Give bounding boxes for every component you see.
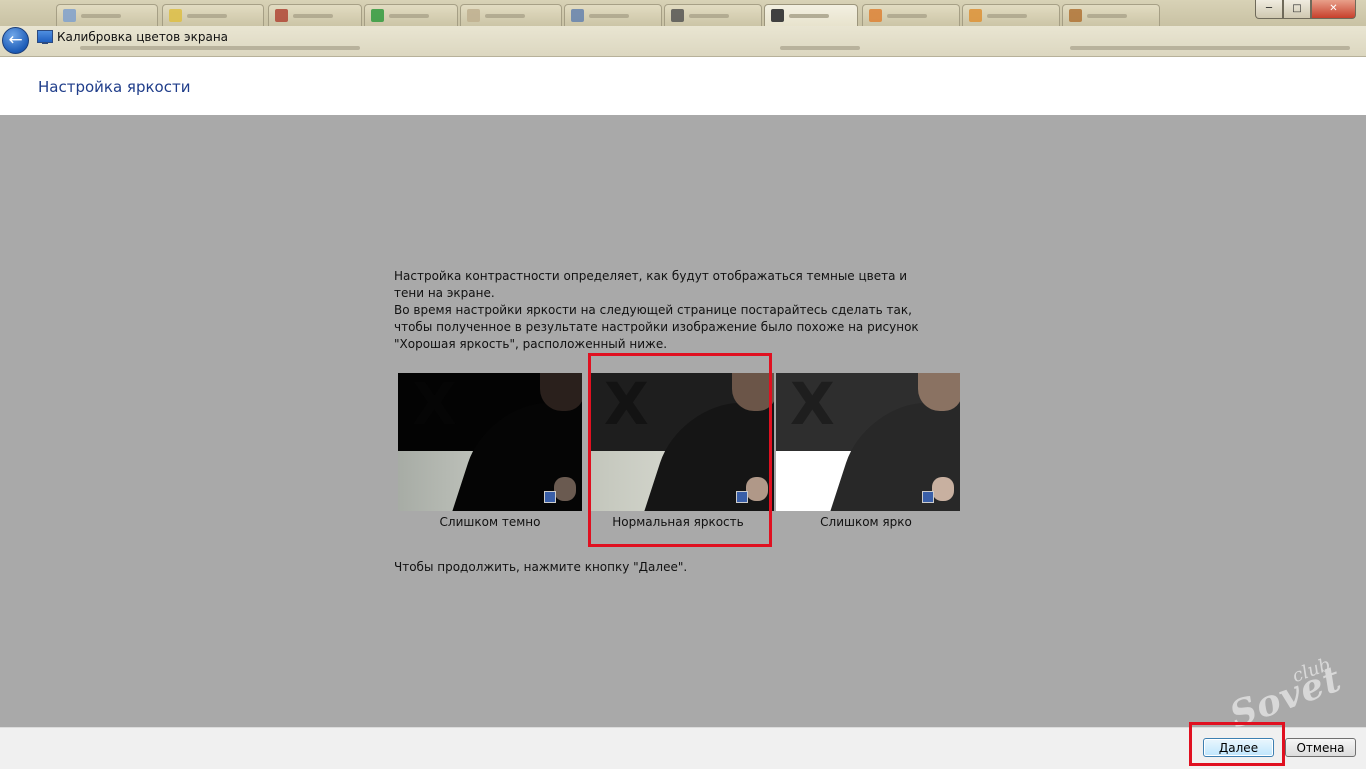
- maximize-button[interactable]: □: [1283, 0, 1311, 19]
- tab-favicon-icon: [467, 9, 480, 22]
- back-button[interactable]: ←: [2, 27, 29, 54]
- window-title: Калибровка цветов экрана: [57, 30, 229, 44]
- blurred-toolbar-icons: [1070, 46, 1350, 50]
- browser-tab[interactable]: [460, 4, 562, 26]
- blurred-toolbar: [780, 46, 860, 50]
- continue-instruction: Чтобы продолжить, нажмите кнопку "Далее"…: [394, 560, 688, 574]
- cancel-button[interactable]: Отмена: [1285, 738, 1356, 757]
- tab-favicon-icon: [869, 9, 882, 22]
- browser-tab[interactable]: [1062, 4, 1160, 26]
- browser-tab[interactable]: [862, 4, 960, 26]
- tab-favicon-icon: [1069, 9, 1082, 22]
- description: Настройка контрастности определяет, как …: [394, 268, 934, 353]
- x-mark-icon: X: [790, 373, 835, 438]
- tab-favicon-icon: [371, 9, 384, 22]
- close-button[interactable]: ✕: [1311, 0, 1356, 19]
- browser-tab-strip: ─ □ ✕: [0, 0, 1366, 26]
- browser-tab[interactable]: [268, 4, 362, 26]
- next-button-highlight: [1189, 722, 1285, 766]
- tab-favicon-icon: [169, 9, 182, 22]
- browser-tab[interactable]: [162, 4, 264, 26]
- page-title: Настройка яркости: [38, 78, 191, 96]
- browser-tab[interactable]: [664, 4, 762, 26]
- sample-image-too-bright: X: [776, 373, 960, 511]
- normal-sample-highlight: [588, 353, 772, 547]
- window-controls: ─ □ ✕: [1255, 0, 1356, 19]
- browser-tab[interactable]: [962, 4, 1060, 26]
- x-mark-icon: X: [412, 373, 457, 438]
- browser-tab[interactable]: [56, 4, 158, 26]
- tab-favicon-icon: [671, 9, 684, 22]
- wizard-footer: Далее Отмена: [0, 727, 1366, 769]
- minimize-button[interactable]: ─: [1255, 0, 1283, 19]
- wizard-header: Настройка яркости: [0, 57, 1366, 115]
- sample-image-too-dark: X: [398, 373, 582, 511]
- tab-favicon-icon: [771, 9, 784, 22]
- tab-favicon-icon: [571, 9, 584, 22]
- browser-tab[interactable]: [364, 4, 458, 26]
- back-arrow-icon: ←: [8, 30, 23, 50]
- title-bar: ← Калибровка цветов экрана: [0, 26, 1366, 57]
- clubsovet-watermark: club Sovet: [1224, 654, 1348, 737]
- description-paragraph: Настройка контрастности определяет, как …: [394, 269, 908, 300]
- caption-too-bright: Слишком ярко: [820, 515, 912, 529]
- monitor-icon: [37, 30, 53, 44]
- tab-favicon-icon: [275, 9, 288, 22]
- caption-too-dark: Слишком темно: [439, 515, 541, 529]
- browser-tab[interactable]: [564, 4, 662, 26]
- tab-favicon-icon: [969, 9, 982, 22]
- tab-favicon-icon: [63, 9, 76, 22]
- description-paragraph: Во время настройки яркости на следующей …: [394, 303, 919, 351]
- blurred-address-bar: [80, 46, 360, 50]
- browser-tab-active[interactable]: [764, 4, 858, 26]
